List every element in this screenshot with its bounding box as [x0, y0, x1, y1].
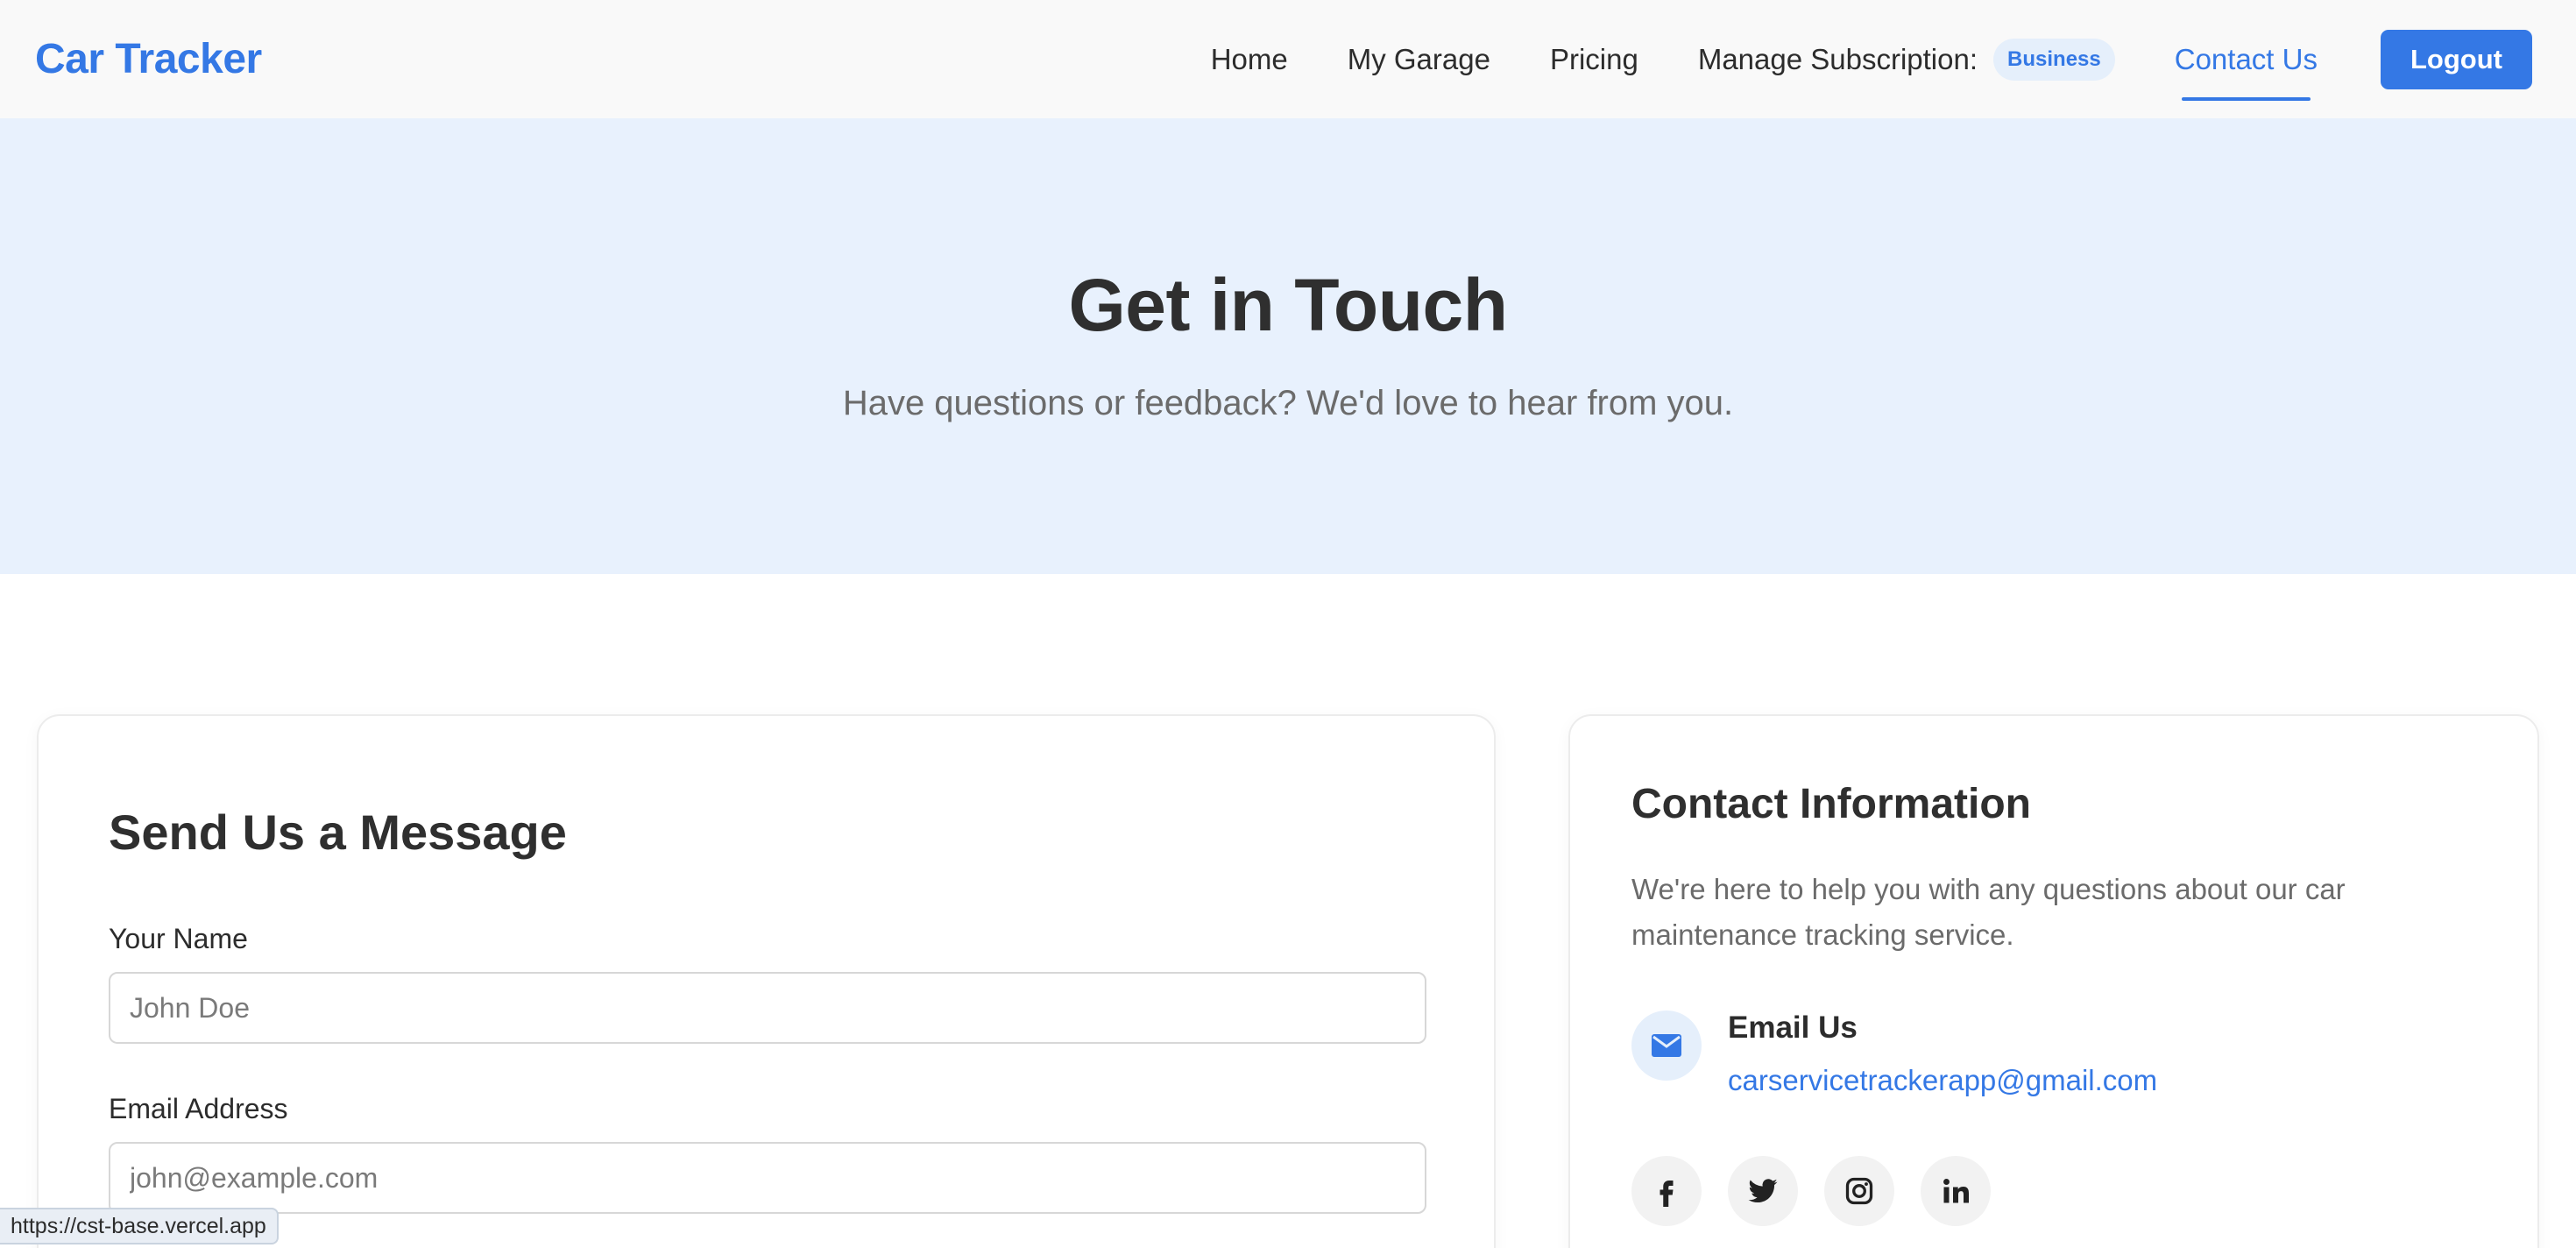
- nav-my-garage[interactable]: My Garage: [1348, 43, 1490, 76]
- navbar: Car Tracker Home My Garage Pricing Manag…: [0, 0, 2576, 118]
- hero-subtitle: Have questions or feedback? We'd love to…: [842, 384, 1734, 422]
- envelope-icon: [1631, 1010, 1702, 1081]
- nav-pricing[interactable]: Pricing: [1550, 43, 1638, 76]
- nav-links: Home My Garage Pricing Manage Subscripti…: [1211, 0, 2532, 118]
- email-link[interactable]: carservicetrackerapp@gmail.com: [1728, 1064, 2157, 1097]
- email-label: Email Address: [109, 1093, 288, 1124]
- brand-logo[interactable]: Car Tracker: [35, 35, 262, 83]
- linkedin-icon[interactable]: [1921, 1156, 1991, 1226]
- contact-info-card: Contact Information We're here to help y…: [1568, 714, 2539, 1248]
- page: Car Tracker Home My Garage Pricing Manag…: [0, 0, 2576, 1248]
- subscription-badge: Business: [1993, 38, 2115, 81]
- nav-home[interactable]: Home: [1211, 43, 1288, 76]
- nav-contact-us[interactable]: Contact Us: [2175, 43, 2318, 101]
- contact-description: We're here to help you with any question…: [1631, 873, 2346, 951]
- form-title: Send Us a Message: [109, 805, 567, 860]
- manage-subscription: Manage Subscription: Business: [1698, 38, 2115, 81]
- logout-button[interactable]: Logout: [2380, 29, 2532, 89]
- message-form-card: Send Us a Message Your Name Email Addres…: [37, 714, 1496, 1248]
- email-heading: Email Us: [1728, 1010, 1858, 1045]
- name-input[interactable]: [109, 972, 1426, 1044]
- twitter-icon[interactable]: [1728, 1156, 1798, 1226]
- name-label: Your Name: [109, 923, 248, 954]
- facebook-icon[interactable]: [1631, 1156, 1702, 1226]
- hero-section: Get in Touch Have questions or feedback?…: [0, 118, 2576, 574]
- hero-title: Get in Touch: [1068, 264, 1508, 346]
- nav-manage-subscription[interactable]: Manage Subscription:: [1698, 43, 1978, 76]
- instagram-icon[interactable]: [1824, 1156, 1894, 1226]
- contact-title: Contact Information: [1631, 781, 2031, 827]
- email-input[interactable]: [109, 1142, 1426, 1214]
- status-url: https://cst-base.vercel.app: [0, 1208, 279, 1244]
